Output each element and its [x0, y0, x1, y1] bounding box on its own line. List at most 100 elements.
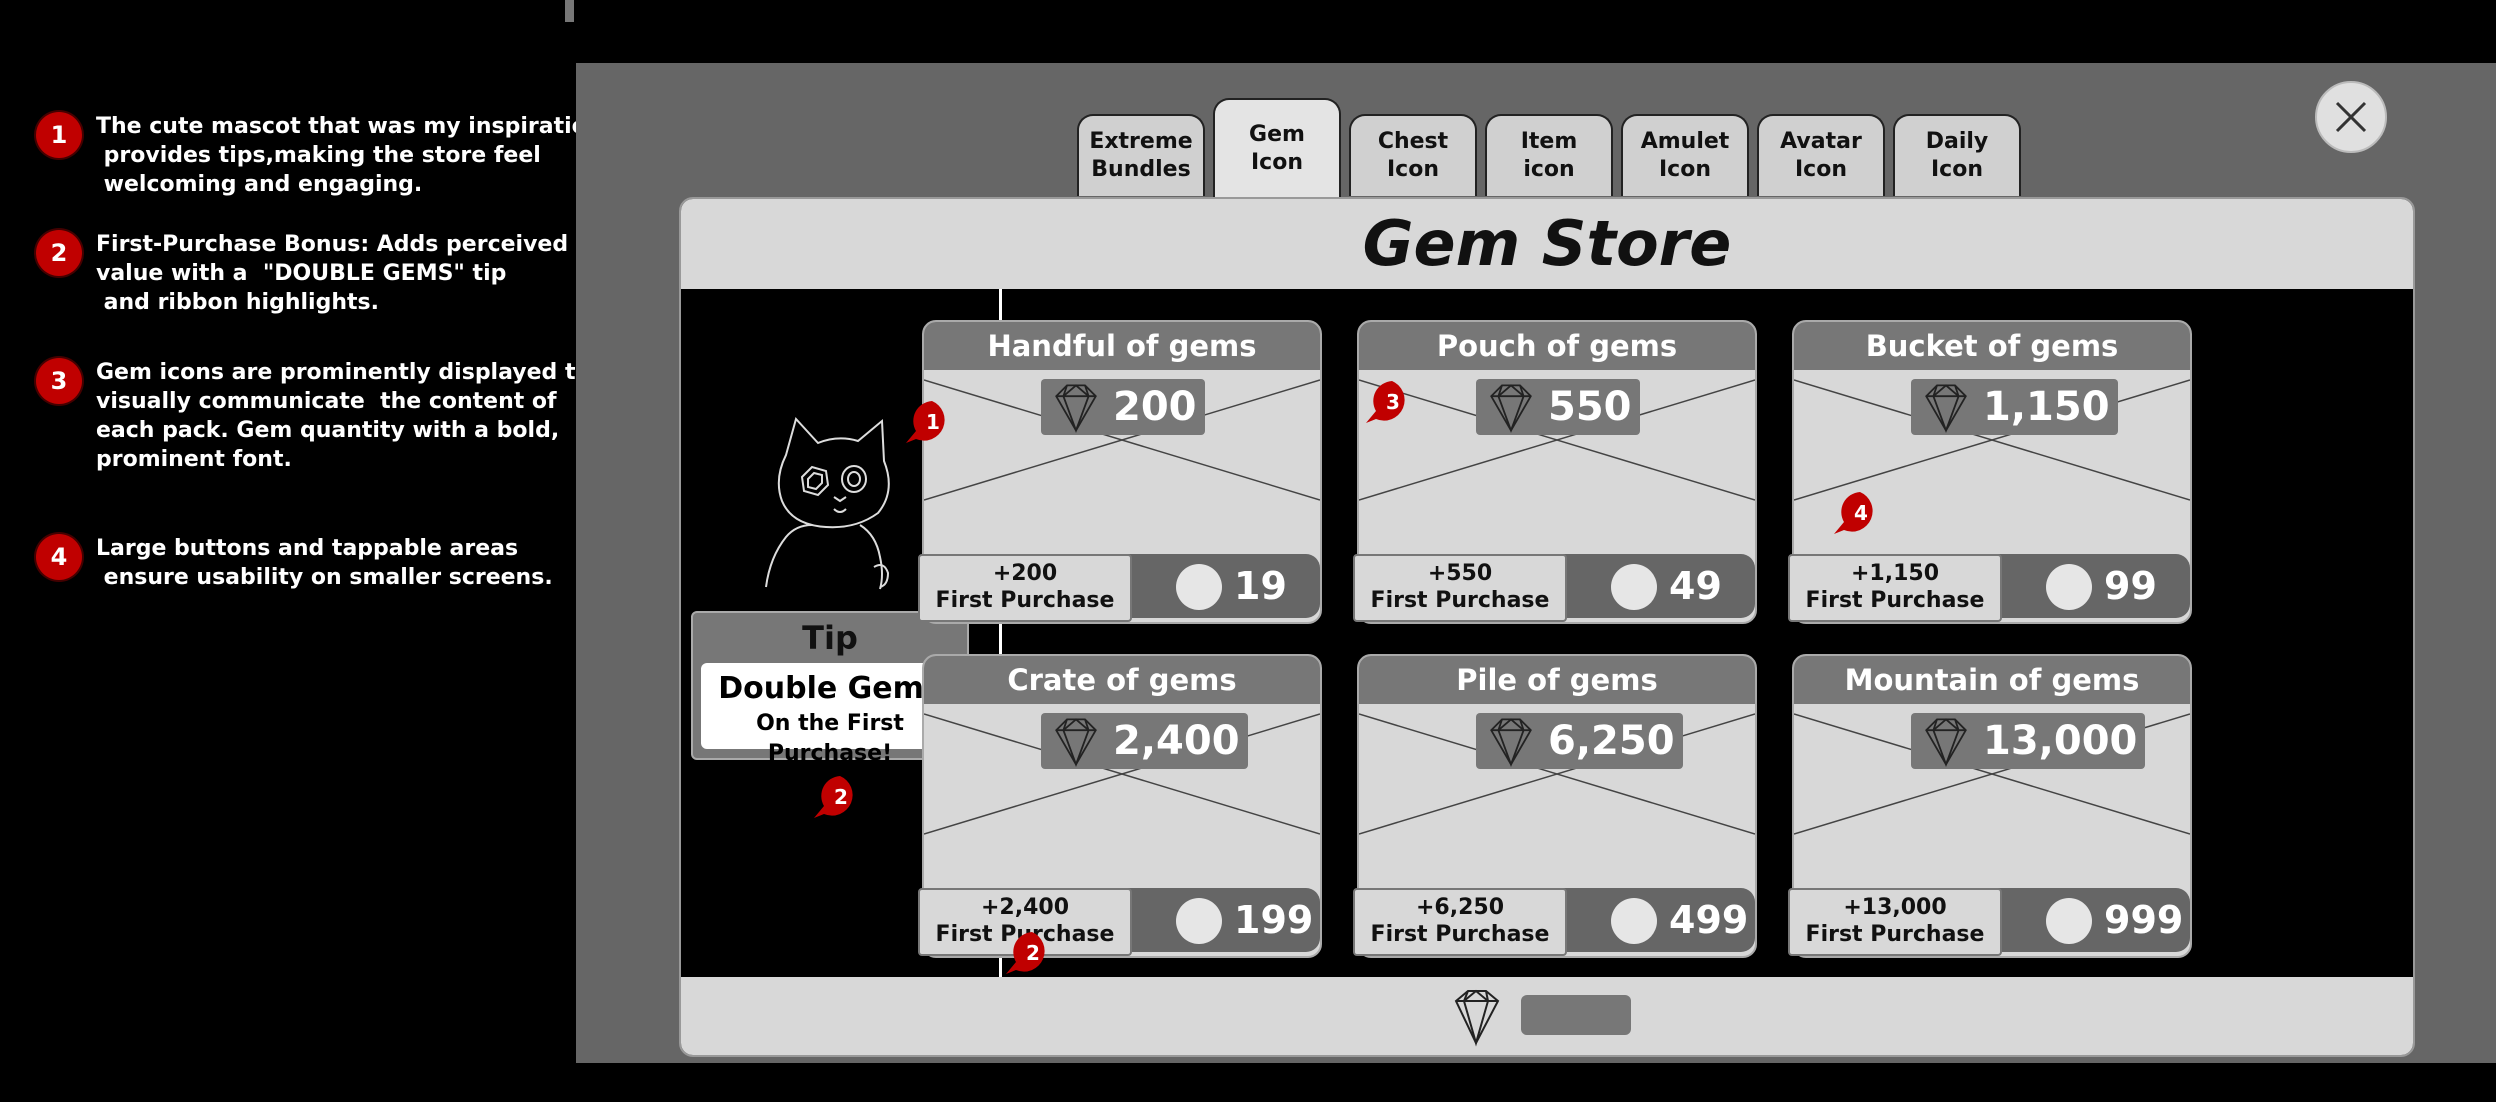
- window-edge: [565, 0, 574, 22]
- pack-title: Mountain of gems: [1794, 656, 2190, 704]
- store-header: Gem Store: [681, 199, 2413, 289]
- page-title: Gem Store: [1362, 207, 1732, 280]
- pack-title: Bucket of gems: [1794, 322, 2190, 370]
- callout-marker-1: 1: [902, 397, 958, 451]
- buy-button[interactable]: +2,400 First Purchase 199: [918, 888, 1320, 956]
- gem-balance-bar: [1521, 995, 1631, 1035]
- coin-icon: [1611, 898, 1657, 944]
- tip-subline: On the First Purchase!: [756, 711, 904, 766]
- gem-quantity: 2,400: [1041, 713, 1248, 769]
- buy-button[interactable]: +200 First Purchase 19: [918, 554, 1320, 622]
- gem-quantity: 550: [1476, 379, 1640, 435]
- close-icon: [2335, 101, 2367, 133]
- annotation-3: 3 Gem icons are prominently displayed to…: [36, 358, 591, 474]
- mascot-cat-icon: [765, 417, 890, 590]
- pack-title: Pile of gems: [1359, 656, 1755, 704]
- tip-message: Double Gems On the First Purchase!: [701, 663, 959, 766]
- annotation-badge: 4: [36, 534, 82, 580]
- first-purchase-ribbon: +6,250 First Purchase: [1353, 888, 1567, 956]
- annotation-4: 4 Large buttons and tappable areas ensur…: [36, 534, 576, 592]
- bonus-amount: +550: [1427, 561, 1493, 586]
- tab-gem-icon[interactable]: Gem Icon: [1213, 98, 1341, 198]
- gem-quantity: 13,000: [1911, 713, 2146, 769]
- bonus-label: First Purchase: [935, 588, 1115, 613]
- gem-icon: [1490, 384, 1532, 434]
- tab-item-icon[interactable]: Item icon: [1485, 114, 1613, 196]
- gem-amount: 1,150: [1983, 384, 2110, 430]
- gem-icon: [1925, 718, 1967, 768]
- gem-quantity: 200: [1041, 379, 1205, 435]
- store-panel: Extreme Bundles Gem Icon Chest Icon Item…: [576, 63, 2496, 1063]
- gem-quantity: 6,250: [1476, 713, 1683, 769]
- pack-card-mountain[interactable]: Mountain of gems 13,000 +13,000 First Purch…: [1788, 654, 2192, 958]
- first-purchase-ribbon: +200 First Purchase: [918, 554, 1132, 622]
- callout-marker-2: 2: [1002, 928, 1058, 982]
- tab-daily-icon[interactable]: Daily Icon: [1893, 114, 2021, 196]
- gem-quantity: 1,150: [1911, 379, 2118, 435]
- price: 99: [2104, 564, 2157, 608]
- tip-title: Tip: [802, 619, 858, 657]
- coin-icon: [1176, 898, 1222, 944]
- buy-button[interactable]: +550 First Purchase 49: [1353, 554, 1755, 622]
- gem-icon: [1454, 989, 1500, 1047]
- annotation-badge: 1: [36, 112, 82, 158]
- pack-title: Crate of gems: [924, 656, 1320, 704]
- bonus-amount: +200: [992, 561, 1058, 586]
- bonus-label: First Purchase: [1805, 588, 1985, 613]
- coin-icon: [1611, 564, 1657, 610]
- pack-title: Pouch of gems: [1359, 322, 1755, 370]
- pack-card-crate[interactable]: Crate of gems 2,400 +2,400 First Purchase 19…: [918, 654, 1322, 958]
- gem-icon: [1925, 384, 1967, 434]
- gem-amount: 6,250: [1548, 718, 1675, 764]
- coin-icon: [1176, 564, 1222, 610]
- annotation-text: The cute mascot that was my inspiration,…: [96, 114, 611, 197]
- gem-icon: [1490, 718, 1532, 768]
- marker-number: 1: [926, 410, 940, 434]
- price: 999: [2104, 898, 2184, 942]
- store-footer: [681, 977, 2413, 1055]
- bonus-amount: +6,250: [1415, 895, 1505, 920]
- marker-number: 3: [1386, 390, 1400, 414]
- buy-button[interactable]: +13,000 First Purchase 999: [1788, 888, 2190, 956]
- first-purchase-ribbon: +550 First Purchase: [1353, 554, 1567, 622]
- callout-marker-4: 4: [1830, 488, 1886, 542]
- marker-number: 2: [1026, 941, 1040, 965]
- tab-amulet-icon[interactable]: Amulet Icon: [1621, 114, 1749, 196]
- pack-card-pouch[interactable]: Pouch of gems 550 +550 First Purchase 49: [1353, 320, 1757, 624]
- callout-marker-2: 2: [810, 772, 866, 826]
- gem-amount: 2,400: [1113, 718, 1240, 764]
- coin-icon: [2046, 898, 2092, 944]
- marker-number: 2: [834, 785, 848, 809]
- buy-button[interactable]: +1,150 First Purchase 99: [1788, 554, 2190, 622]
- close-button[interactable]: [2315, 81, 2387, 153]
- tab-extreme-bundles[interactable]: Extreme Bundles: [1077, 114, 1205, 196]
- marker-number: 4: [1854, 501, 1868, 525]
- annotation-2: 2 First-Purchase Bonus: Adds perceived v…: [36, 230, 576, 317]
- annotation-text: First-Purchase Bonus: Adds perceived val…: [96, 232, 569, 315]
- pack-card-bucket[interactable]: Bucket of gems 1,150 +1,150 First Purchase 9…: [1788, 320, 2192, 624]
- pack-card-handful[interactable]: Handful of gems 200 +200 First Purchase 19: [918, 320, 1322, 624]
- annotation-text: Large buttons and tappable areas ensure …: [96, 536, 553, 590]
- price: 499: [1669, 898, 1749, 942]
- tab-avatar-icon[interactable]: Avatar Icon: [1757, 114, 1885, 196]
- first-purchase-ribbon: +13,000 First Purchase: [1788, 888, 2002, 956]
- price: 49: [1669, 564, 1722, 608]
- gem-store: Gem Store Tip Double Gems On the First P…: [679, 197, 2415, 1057]
- tab-chest-icon[interactable]: Chest Icon: [1349, 114, 1477, 196]
- pack-card-pile[interactable]: Pile of gems 6,250 +6,250 First Purchase 499: [1353, 654, 1757, 958]
- pack-title: Handful of gems: [924, 322, 1320, 370]
- annotation-badge: 2: [36, 230, 82, 276]
- annotation-text: Gem icons are prominently displayed to v…: [96, 360, 591, 472]
- annotation-1: 1 The cute mascot that was my inspiratio…: [36, 112, 611, 199]
- callout-marker-3: 3: [1362, 377, 1418, 431]
- gem-amount: 200: [1113, 384, 1197, 430]
- price: 199: [1234, 898, 1314, 942]
- first-purchase-ribbon: +1,150 First Purchase: [1788, 554, 2002, 622]
- bonus-amount: +13,000: [1843, 895, 1947, 920]
- coin-icon: [2046, 564, 2092, 610]
- gem-icon: [1055, 384, 1097, 434]
- gem-amount: 550: [1548, 384, 1632, 430]
- gem-icon: [1055, 718, 1097, 768]
- bonus-label: First Purchase: [1805, 922, 1985, 947]
- buy-button[interactable]: +6,250 First Purchase 499: [1353, 888, 1755, 956]
